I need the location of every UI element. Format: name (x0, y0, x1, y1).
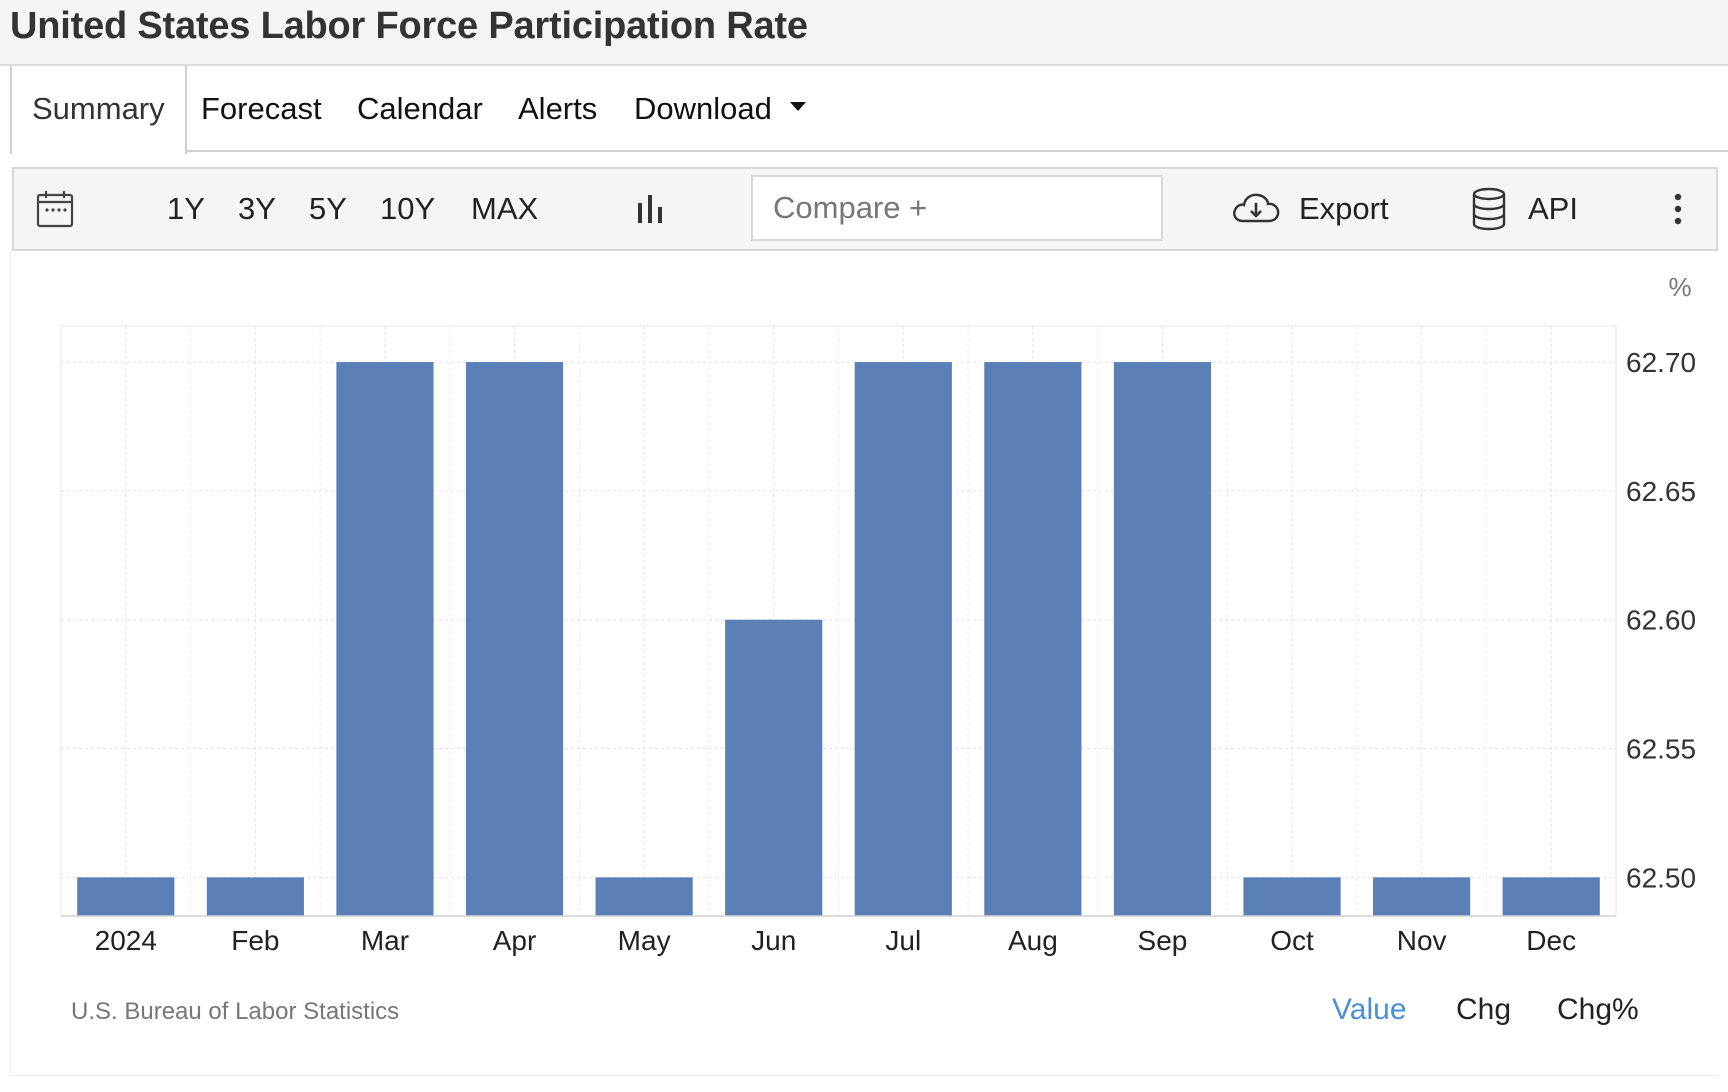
tab-summary[interactable]: Summary (10, 66, 187, 154)
y-tick-label: 62.65 (1626, 476, 1696, 507)
mode-chgpct-button[interactable]: Chg% (1557, 993, 1639, 1027)
calendar-icon[interactable] (36, 190, 74, 228)
y-tick-label: 62.60 (1626, 605, 1696, 636)
range-max-label: MAX (471, 191, 539, 226)
tab-download-label: Download (634, 91, 772, 126)
bar (725, 619, 823, 916)
bar (206, 877, 304, 916)
page-title: United States Labor Force Participation … (10, 5, 808, 47)
tab-alerts-label: Alerts (518, 91, 598, 126)
mode-value-button[interactable]: Value (1332, 993, 1407, 1027)
x-tick-label: Feb (231, 925, 279, 956)
more-vertical-icon[interactable] (1673, 193, 1683, 225)
caret-down-icon (789, 102, 806, 112)
range-1y-label: 1Y (167, 191, 205, 226)
chart-area: 62.70 62.65 62.60 62.55 62.50% 2024 Feb Mar Apr M… (10, 251, 1718, 1076)
bar-chart: 62.70 62.65 62.60 62.55 62.50% 2024 Feb Mar Apr M… (60, 272, 1696, 956)
y-tick-label: 62.50 (1626, 862, 1696, 893)
bar (1373, 877, 1471, 916)
bar (336, 362, 434, 916)
x-tick-label: 2024 (95, 925, 157, 956)
y-unit-label: % (1668, 272, 1691, 302)
x-tick-label: Jun (751, 925, 796, 956)
tab-forecast-label: Forecast (201, 91, 322, 126)
x-tick-label: Apr (493, 925, 537, 956)
x-tick-label: Sep (1138, 925, 1188, 956)
range-10y-label: 10Y (380, 191, 436, 226)
bar (1113, 362, 1212, 916)
tab-calendar-label: Calendar (357, 91, 483, 126)
cloud-download-icon[interactable] (1231, 189, 1281, 229)
y-tick-label: 62.55 (1626, 734, 1696, 765)
tab-alerts[interactable]: Alerts (518, 66, 597, 152)
bar-chart-icon[interactable] (636, 193, 666, 225)
range-max-button[interactable]: MAX (471, 169, 538, 249)
api-button[interactable]: API (1528, 169, 1578, 249)
export-label: Export (1299, 191, 1389, 226)
compare-input[interactable] (751, 175, 1163, 241)
mode-chgpct-label: Chg% (1557, 993, 1639, 1026)
bar (77, 877, 175, 916)
bar (1502, 877, 1600, 916)
x-tick-label: Dec (1526, 925, 1576, 956)
range-5y-button[interactable]: 5Y (309, 169, 347, 249)
range-1y-button[interactable]: 1Y (167, 169, 205, 249)
x-tick-label: Mar (361, 925, 409, 956)
x-tick-label: Oct (1270, 925, 1314, 956)
y-tick-label: 62.70 (1626, 347, 1696, 378)
bar (595, 877, 693, 916)
x-tick-label: May (618, 925, 671, 956)
database-icon[interactable] (1471, 187, 1507, 231)
mode-value-label: Value (1332, 993, 1407, 1026)
tab-bar: Summary Forecast Calendar Alerts Downloa… (10, 66, 1728, 154)
tab-calendar[interactable]: Calendar (357, 66, 483, 152)
api-label: API (1528, 191, 1578, 226)
x-tick-label: Nov (1397, 925, 1447, 956)
bar (1243, 877, 1341, 916)
bar (984, 362, 1082, 916)
bar (465, 362, 564, 916)
title-bar: United States Labor Force Participation … (0, 0, 1728, 66)
range-5y-label: 5Y (309, 191, 347, 226)
x-tick-label: Aug (1008, 925, 1058, 956)
source-label: U.S. Bureau of Labor Statistics (71, 998, 400, 1025)
range-3y-label: 3Y (238, 191, 276, 226)
mode-chg-button[interactable]: Chg (1456, 993, 1511, 1027)
tab-forecast[interactable]: Forecast (201, 66, 322, 152)
range-10y-button[interactable]: 10Y (380, 169, 435, 249)
x-tick-label: Jul (885, 925, 921, 956)
mode-chg-label: Chg (1456, 993, 1512, 1026)
export-button[interactable]: Export (1299, 169, 1389, 249)
chart-toolbar: 1Y 3Y 5Y 10Y MAX Export API (12, 167, 1718, 251)
tab-download[interactable]: Download (634, 66, 806, 152)
tab-summary-label: Summary (32, 91, 165, 126)
range-3y-button[interactable]: 3Y (238, 169, 276, 249)
bar (854, 362, 952, 916)
